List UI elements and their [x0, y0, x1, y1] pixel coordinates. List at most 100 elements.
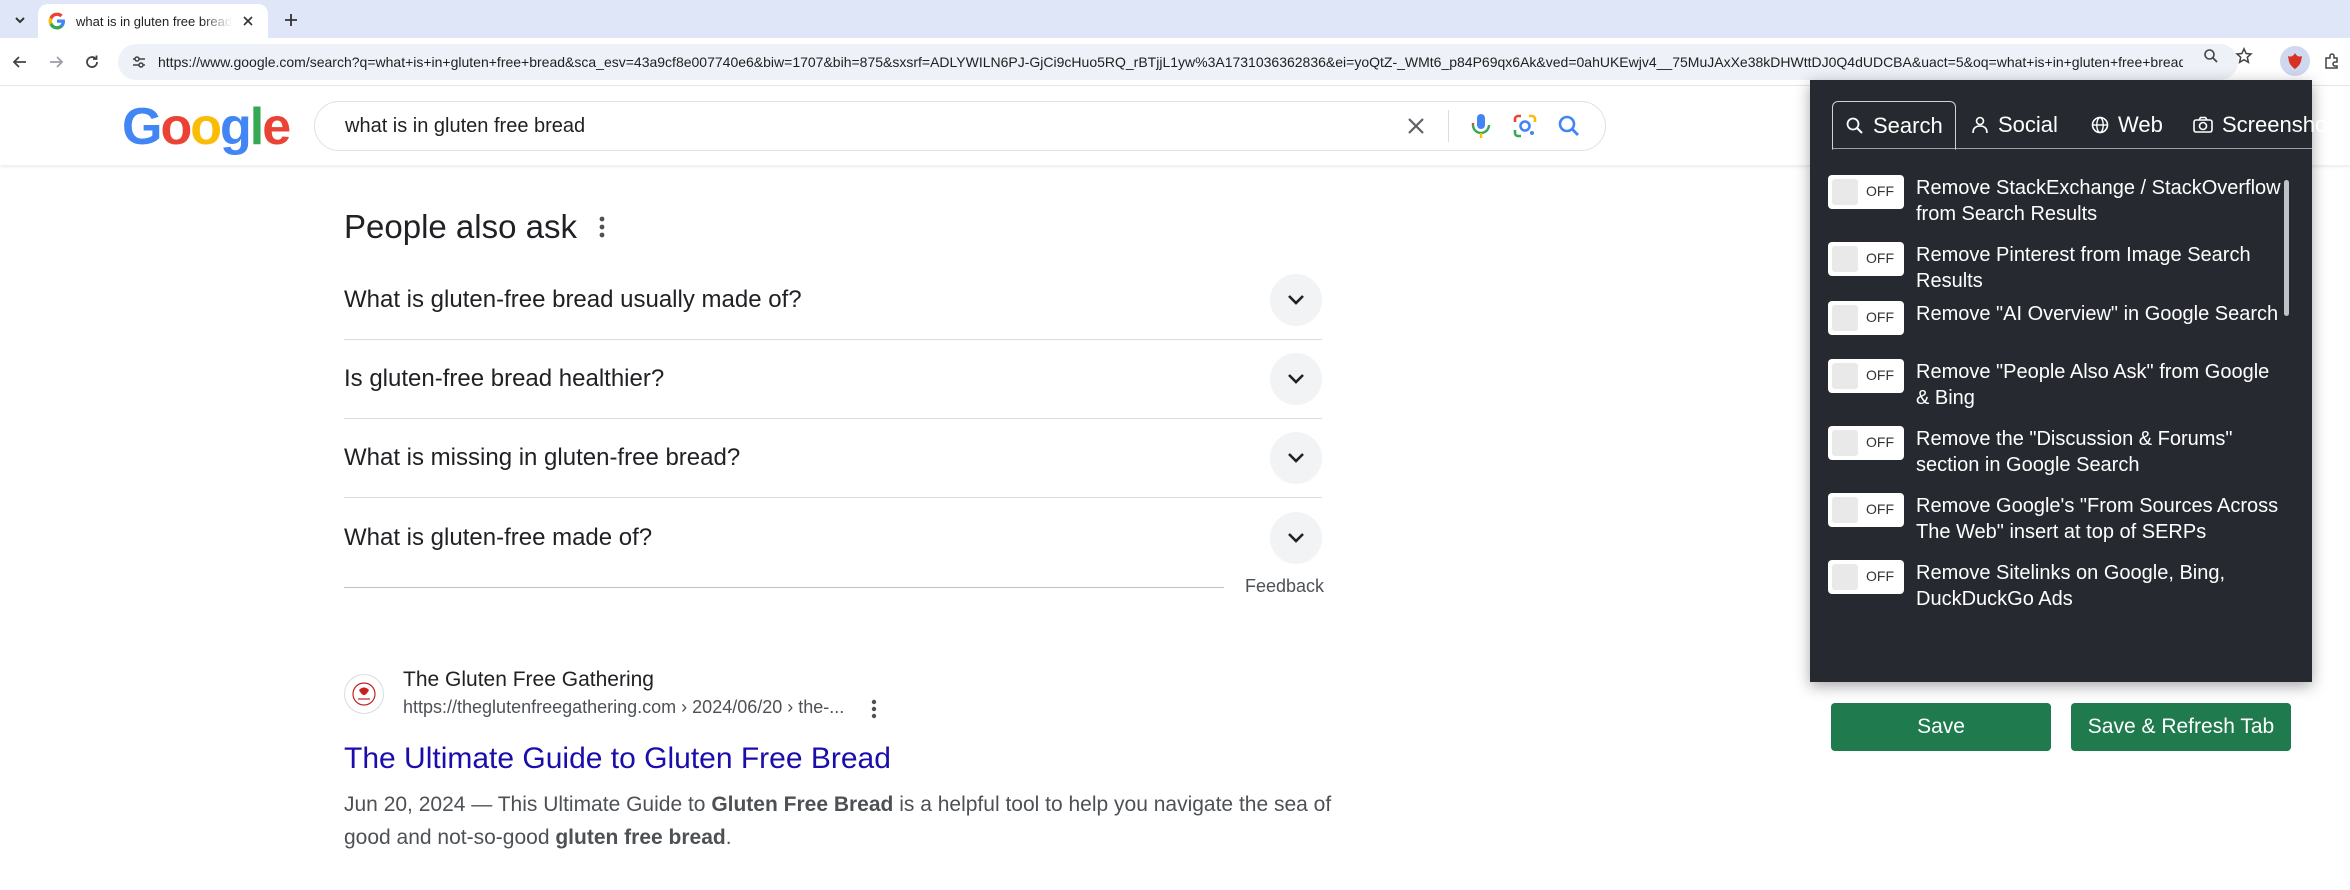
tab-label: Screenshot — [2222, 112, 2334, 137]
chevron-down-icon — [1288, 532, 1304, 543]
globe-icon — [2091, 116, 2109, 134]
option-row: OFF Remove "People Also Ask" from Google… — [1828, 359, 2288, 411]
tune-icon — [133, 56, 145, 68]
tab-strip: what is in gluten free bread - G — [0, 0, 2350, 38]
result-menu-button[interactable] — [864, 697, 884, 721]
new-tab-button[interactable] — [278, 7, 304, 33]
option-toggle[interactable]: OFF — [1828, 560, 1904, 594]
toggle-knob — [1832, 179, 1858, 205]
camera-icon — [2193, 116, 2213, 133]
feedback-link[interactable]: Feedback — [1245, 576, 1324, 597]
search-icon — [1558, 115, 1579, 136]
tab-web[interactable]: Web — [2090, 101, 2163, 149]
option-label: Remove Google's "From Sources Across The… — [1916, 495, 2279, 543]
clear-search-button[interactable] — [1394, 104, 1438, 148]
search-box[interactable]: what is in gluten free bread — [314, 101, 1606, 151]
toggle-knob — [1832, 363, 1858, 389]
option-label: Remove the "Discussion & Forums" section… — [1916, 428, 2233, 476]
paa-more-button[interactable] — [590, 212, 614, 242]
option-list: OFF Remove StackExchange / StackOverflow… — [1828, 175, 2288, 695]
toggle-knob — [1832, 564, 1858, 590]
option-label: Remove "AI Overview" in Google Search — [1916, 303, 2279, 325]
option-row: OFF Remove "AI Overview" in Google Searc… — [1828, 301, 2288, 335]
browser-tab[interactable]: what is in gluten free bread - G — [38, 4, 268, 38]
site-favicon — [344, 674, 384, 714]
option-toggle[interactable]: OFF — [1828, 175, 1904, 209]
divider — [344, 587, 1224, 588]
paa-question[interactable]: Is gluten-free bread healthier? — [344, 340, 1322, 419]
expand-button[interactable] — [1270, 511, 1322, 564]
option-row: OFF Remove StackExchange / StackOverflow… — [1828, 175, 2288, 227]
scrollbar-thumb[interactable] — [2284, 180, 2289, 316]
option-row: OFF Remove Pinterest from Image Search R… — [1828, 242, 2288, 294]
people-icon — [1972, 116, 1988, 134]
tab-search-button[interactable] — [8, 8, 32, 32]
tab-social[interactable]: Social — [1970, 101, 2058, 149]
snippet-text: — This Ultimate Guide to — [465, 793, 712, 816]
arrow-left-icon — [12, 56, 26, 68]
close-icon — [243, 16, 253, 26]
toggle-state: OFF — [1866, 434, 1894, 450]
zoom-button[interactable] — [2200, 45, 2222, 67]
result-title-link[interactable]: The Ultimate Guide to Gluten Free Bread — [344, 742, 891, 776]
paa-question[interactable]: What is gluten-free made of? — [344, 498, 1322, 577]
magnifier-icon — [2204, 49, 2218, 63]
toggle-state: OFF — [1866, 309, 1894, 325]
toggle-knob — [1832, 246, 1858, 272]
image-search-button[interactable] — [1503, 104, 1547, 148]
address-bar[interactable]: https://www.google.com/search?q=what+is+… — [118, 44, 2238, 80]
tab-search[interactable]: Search — [1832, 101, 1956, 150]
logo-letter: e — [262, 98, 291, 156]
reload-button[interactable] — [80, 50, 104, 74]
extension-button[interactable] — [2280, 46, 2310, 76]
option-label: Remove Sitelinks on Google, Bing, DuckDu… — [1916, 562, 2226, 610]
option-toggle[interactable]: OFF — [1828, 493, 1904, 527]
paa-question-text: Is gluten-free bread healthier? — [344, 365, 665, 392]
option-toggle[interactable]: OFF — [1828, 426, 1904, 460]
logo-letter: g — [219, 98, 252, 156]
search-button[interactable] — [1547, 104, 1591, 148]
save-button[interactable]: Save — [1831, 703, 2051, 751]
back-button[interactable] — [8, 50, 32, 74]
option-row: OFF Remove Sitelinks on Google, Bing, Du… — [1828, 560, 2288, 612]
browser-toolbar: https://www.google.com/search?q=what+is+… — [0, 38, 2350, 86]
close-icon — [1408, 118, 1424, 134]
snippet-highlight: Gluten Free Bread — [711, 793, 894, 816]
option-label: Remove StackExchange / StackOverflow fro… — [1916, 177, 2281, 225]
toggle-state: OFF — [1866, 183, 1894, 199]
result-site-name: The Gluten Free Gathering — [403, 668, 654, 691]
arrow-right-icon — [50, 56, 64, 68]
paa-question[interactable]: What is gluten-free bread usually made o… — [344, 261, 1322, 340]
save-refresh-button[interactable]: Save & Refresh Tab — [2071, 703, 2291, 751]
option-row: OFF Remove Google's "From Sources Across… — [1828, 493, 2288, 545]
tab-screenshot[interactable]: Screenshot — [2192, 101, 2333, 149]
extension-logo-icon — [2288, 53, 2302, 69]
option-toggle[interactable]: OFF — [1828, 359, 1904, 393]
expand-button[interactable] — [1270, 274, 1322, 326]
tab-close-button[interactable] — [238, 11, 258, 31]
expand-button[interactable] — [1270, 353, 1322, 405]
logo-letter: l — [249, 98, 265, 156]
bookmark-button[interactable] — [2233, 45, 2255, 67]
option-toggle[interactable]: OFF — [1828, 301, 1904, 335]
reload-icon — [86, 55, 98, 68]
search-input[interactable]: what is in gluten free bread — [345, 115, 1394, 138]
voice-search-button[interactable] — [1459, 104, 1503, 148]
google-logo[interactable]: Google — [122, 98, 291, 156]
logo-letter: o — [190, 98, 222, 156]
divider — [1448, 110, 1449, 142]
forward-button[interactable] — [44, 50, 68, 74]
toggle-knob — [1832, 497, 1858, 523]
google-g-icon — [48, 12, 65, 30]
paa-question-text: What is gluten-free bread usually made o… — [344, 286, 802, 313]
toggle-state: OFF — [1866, 367, 1894, 383]
chevron-down-icon — [15, 17, 25, 24]
extensions-menu-button[interactable] — [2317, 46, 2347, 76]
paa-question[interactable]: What is missing in gluten-free bread? — [344, 419, 1322, 498]
toggle-state: OFF — [1866, 250, 1894, 266]
option-toggle[interactable]: OFF — [1828, 242, 1904, 276]
popup-scrollbar[interactable] — [2284, 180, 2289, 614]
site-info-button[interactable] — [128, 51, 150, 73]
toggle-state: OFF — [1866, 501, 1894, 517]
expand-button[interactable] — [1270, 432, 1322, 484]
